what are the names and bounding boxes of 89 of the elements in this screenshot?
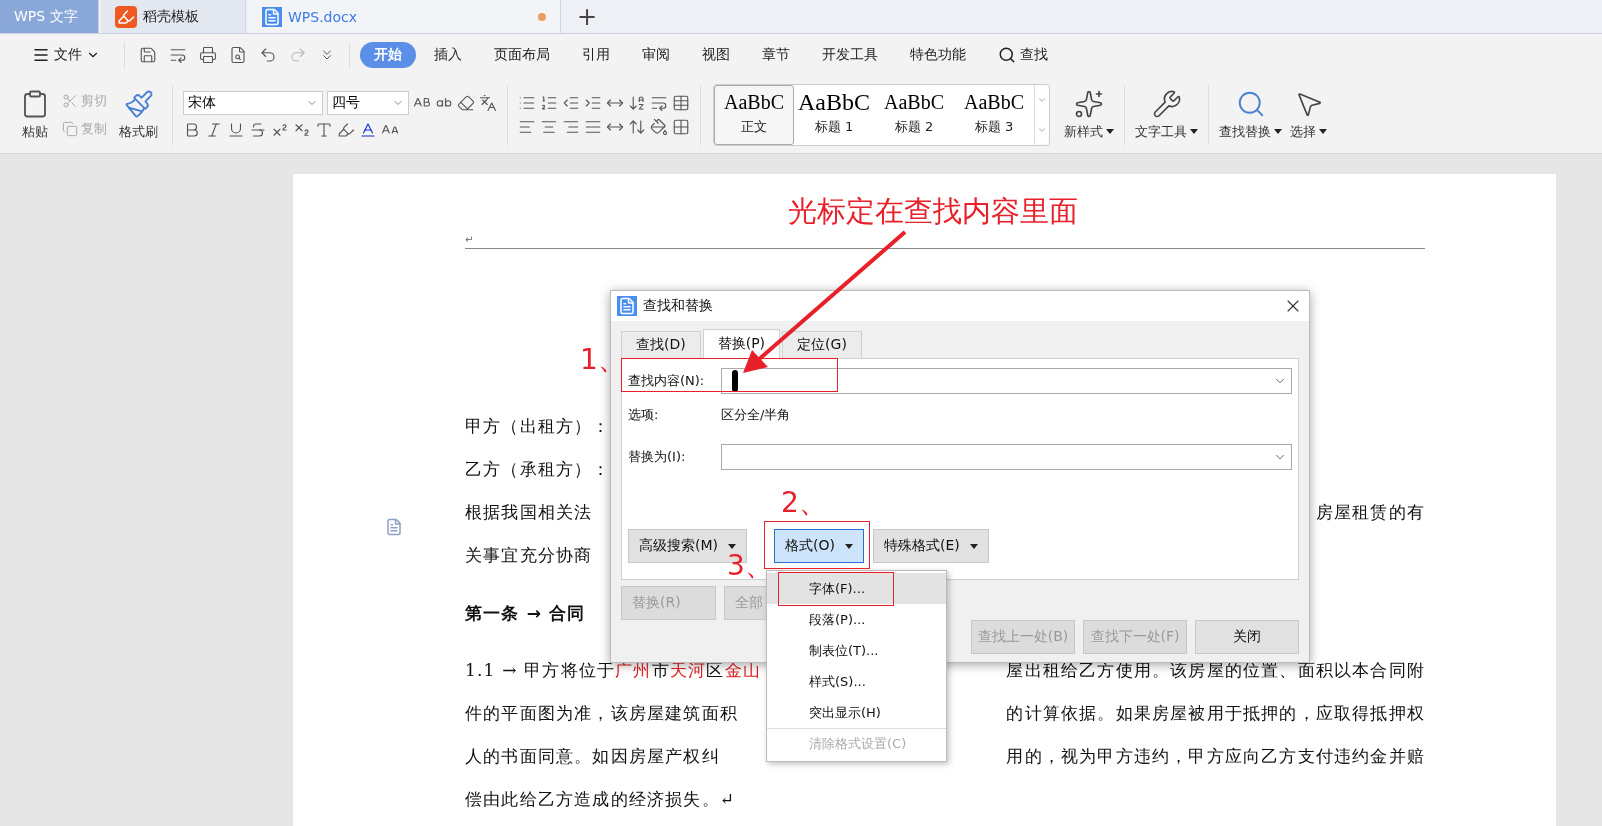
style-preset[interactable]: AaBbC 正文	[714, 84, 794, 145]
paragraph-text: 用的，视为甲方违约，甲方应向乙方支付违约金并赔	[1006, 745, 1425, 768]
menu-item[interactable]: 制表位(T)...	[767, 635, 946, 666]
dialog-button[interactable]: 关闭	[1195, 620, 1299, 654]
find-field[interactable]	[721, 368, 1292, 394]
options-label: 选项:	[628, 406, 660, 424]
save-icon[interactable]	[139, 46, 157, 64]
print-preview-icon[interactable]	[229, 46, 247, 64]
title-tab[interactable]: WPS.docx	[248, 0, 561, 33]
caret-icon	[969, 543, 978, 549]
ribbon-tab[interactable]: 章节	[748, 42, 804, 68]
tool-button[interactable]: 新样式	[1060, 86, 1118, 143]
caret-icon	[844, 543, 853, 549]
eraser-icon[interactable]	[457, 93, 475, 112]
ribbon-tab[interactable]: 视图	[688, 42, 744, 68]
field-label: 查找内容(N):	[628, 372, 706, 390]
paragraph-mark: ↵	[465, 234, 474, 245]
paragraph-text: 人的书面同意。如因房屋产权纠	[465, 745, 720, 768]
highlight-icon[interactable]	[337, 120, 355, 139]
dialog-tab[interactable]: 定位(G)	[782, 331, 862, 358]
menu-item[interactable]: 样式(S)...	[767, 666, 946, 697]
numbered-list-icon[interactable]	[540, 93, 558, 112]
dialog-tab[interactable]: 替换(P)	[702, 329, 781, 358]
paragraph-text: 根据我国相关法	[465, 501, 593, 524]
file-menu[interactable]: 文件	[18, 42, 114, 68]
paragraph-icon[interactable]	[385, 518, 403, 536]
paragraph-text: 的计算依据。如果房屋被用于抵押的，应取得抵押权	[1006, 702, 1425, 725]
caret-icon	[1106, 129, 1114, 134]
printer-icon[interactable]	[199, 46, 217, 64]
text-effect-icon[interactable]	[315, 120, 333, 139]
ribbon-tab[interactable]: 特色功能	[896, 42, 980, 68]
menu-item[interactable]: 突出显示(H)	[767, 697, 946, 728]
new-tab-button[interactable]: +	[563, 0, 612, 33]
ribbon-tab[interactable]: 开发工具	[808, 42, 892, 68]
app-logo-icon	[617, 296, 637, 316]
line-spacing-icon[interactable]	[628, 117, 646, 136]
caret-icon	[1190, 129, 1198, 134]
dialog-tab[interactable]: 查找(D)	[621, 331, 701, 358]
dialog-title: 查找和替换	[643, 297, 714, 315]
annotation-text: 光标定在查找内容里面	[788, 193, 1078, 230]
paragraph-text: 件的平面图为准，该房屋建筑面积	[465, 702, 738, 725]
ribbon-tab[interactable]: 审阅	[628, 42, 684, 68]
caret-icon	[728, 543, 736, 549]
scissors-icon	[62, 92, 78, 109]
border-icon[interactable]	[672, 117, 690, 136]
export-icon[interactable]	[169, 46, 187, 64]
ribbon-tab[interactable]: 插入	[420, 42, 476, 68]
title-tab[interactable]: 稻壳模板	[101, 0, 246, 33]
field-label: 替换为(I):	[628, 448, 687, 466]
copy-icon	[62, 120, 78, 137]
document-icon	[262, 6, 282, 27]
tool-button[interactable]: 查找替换	[1215, 86, 1286, 143]
replace-field[interactable]	[721, 444, 1292, 470]
fill-icon[interactable]	[650, 117, 668, 136]
menu-item[interactable]: 字体(F)...	[767, 573, 946, 604]
ribbon-tab[interactable]: 引用	[568, 42, 624, 68]
format-painter-button[interactable]: 格式刷	[115, 86, 162, 143]
search-icon	[998, 46, 1016, 64]
ribbon-tab[interactable]: 页面布局	[480, 42, 564, 68]
wrench-icon	[1151, 88, 1182, 119]
caret-icon	[1274, 129, 1282, 134]
table-icon[interactable]	[672, 93, 690, 112]
undo-icon[interactable]	[259, 46, 277, 64]
font-name-field[interactable]: 宋体	[183, 90, 323, 115]
paste-button[interactable]: 粘贴	[16, 86, 54, 143]
paragraph-text: 甲方（出租方）：	[465, 415, 611, 438]
text-cursor	[732, 370, 738, 392]
options-value: 区分全/半角	[721, 406, 791, 424]
underline-icon[interactable]	[227, 120, 245, 139]
paragraph-text: 房屋租赁的有	[1315, 501, 1425, 524]
paintbrush-icon	[123, 88, 154, 119]
caret-icon	[1319, 129, 1327, 134]
tool-button[interactable]: 选择	[1286, 86, 1331, 143]
dropdown-button[interactable]: 特殊格式(E)	[872, 529, 989, 563]
strikethrough-icon[interactable]	[249, 120, 267, 139]
step-number: 2、	[781, 489, 827, 517]
search-button[interactable]: 查找	[984, 42, 1062, 68]
heading-text: 第一条 → 合同	[465, 601, 586, 625]
paragraph-text: 偿由此给乙方造成的经济损失。↵	[465, 788, 736, 811]
phonetic-icon[interactable]	[479, 93, 497, 112]
dropdown-button[interactable]: 格式(O)	[774, 529, 864, 563]
paragraph-text: 关事宜充分协商	[465, 544, 593, 567]
tool-button[interactable]: 文字工具	[1131, 86, 1202, 143]
menu-icon	[32, 46, 50, 64]
menu-item[interactable]: 段落(P)...	[767, 604, 946, 635]
paragraph-text: 乙方（承租方）：	[465, 458, 611, 481]
italic-icon[interactable]	[205, 120, 223, 139]
font-size-field[interactable]: 四号	[327, 90, 409, 115]
sort-icon[interactable]	[628, 93, 646, 112]
